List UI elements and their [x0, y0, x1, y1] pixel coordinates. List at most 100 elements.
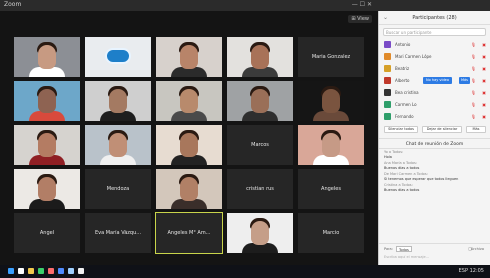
camera-off-icon[interactable]: ▣: [482, 54, 486, 59]
participant-tile[interactable]: Angeles M° Am...: [155, 212, 223, 254]
participant-tile[interactable]: [227, 213, 293, 253]
muted-mic-icon[interactable]: 🎙: [471, 42, 476, 47]
taskbar-app-icon[interactable]: [48, 268, 54, 274]
taskbar-app-icon[interactable]: [18, 268, 24, 274]
participant-search-input[interactable]: Buscar un participante: [383, 28, 486, 36]
taskbar-app-icon[interactable]: [78, 268, 84, 274]
participants-header: ⌄ Participantes (28): [379, 11, 490, 25]
file-button-label[interactable]: Archivo: [471, 247, 484, 251]
chat-message: Yo a Todos: Hola: [379, 149, 490, 160]
avatar: [384, 89, 391, 96]
participant-row-name: Alberto: [395, 78, 410, 83]
person-face: [109, 89, 127, 113]
avatar: [384, 53, 391, 60]
participants-panel: ⌄ Participantes (28) Buscar un participa…: [378, 11, 490, 265]
person-face: [180, 133, 198, 157]
participant-tile[interactable]: [156, 125, 222, 165]
camera-off-icon[interactable]: ▣: [482, 102, 486, 107]
chat-messages: Yo a Todos: Hola Ana María a Todos: Buenos …: [379, 149, 490, 193]
more-button[interactable]: Más: [466, 126, 486, 133]
camera-off-icon[interactable]: ▣: [482, 90, 486, 95]
video-status-button[interactable]: No hay video: [423, 77, 452, 84]
muted-mic-icon[interactable]: 🎙: [471, 102, 476, 107]
participant-row[interactable]: Beatriz 🎙 ▣: [379, 63, 490, 75]
participant-row[interactable]: Bea cristina 🎙 ▣: [379, 87, 490, 99]
camera-off-icon[interactable]: ▣: [482, 66, 486, 71]
participant-tile[interactable]: [85, 81, 151, 121]
participant-row[interactable]: Alberto No hay video Más 🎙 ▣: [379, 75, 490, 87]
participant-row[interactable]: Carmen Lo 🎙 ▣: [379, 99, 490, 111]
window-title: Zoom: [4, 1, 22, 8]
participant-tile[interactable]: [298, 81, 364, 121]
chat-header: Chat de reunión de Zoom: [379, 138, 490, 149]
recipient-dropdown[interactable]: Todos: [396, 246, 412, 252]
chat-input[interactable]: Escriba aquí el mensaje...: [384, 255, 485, 263]
participant-tile[interactable]: [85, 125, 151, 165]
camera-off-icon[interactable]: ▣: [482, 42, 486, 47]
participant-tile[interactable]: [85, 37, 151, 77]
participant-tile[interactable]: [14, 81, 80, 121]
window-controls[interactable]: — ☐ ✕: [352, 1, 372, 8]
system-tray: ESP 12:05: [458, 268, 484, 274]
view-button[interactable]: ⊞ View: [348, 15, 372, 23]
avatar: [384, 41, 391, 48]
participant-tile[interactable]: [156, 81, 222, 121]
message-sender: De Mari Carmen a Todos:: [384, 172, 428, 176]
participant-tile[interactable]: [227, 81, 293, 121]
title-bar: Zoom — ☐ ✕: [0, 0, 490, 11]
to-label: Para:: [384, 247, 393, 251]
taskbar-app-icon[interactable]: [38, 268, 44, 274]
taskbar-app-icon[interactable]: [28, 268, 34, 274]
avatar: [384, 101, 391, 108]
participant-list: Antonio 🎙 ▣ Mari Carmen Lópe 🎙 ▣ Beatriz 🎙 ▣ Albe…: [379, 39, 490, 123]
unmute-all-button[interactable]: Dejar de silenciar: [422, 126, 462, 133]
taskbar: ESP 12:05: [0, 265, 490, 278]
chat-message: De Mari Carmen a Todos: Si tenemos que es…: [379, 171, 490, 182]
participant-tile[interactable]: [156, 169, 222, 209]
camera-off-icon[interactable]: ▣: [482, 78, 486, 83]
taskbar-app-icon[interactable]: [8, 268, 14, 274]
person-face: [322, 133, 340, 157]
participant-row[interactable]: Antonio 🎙 ▣: [379, 39, 490, 51]
muted-mic-icon[interactable]: 🎙: [471, 54, 476, 59]
person-face: [251, 89, 269, 113]
participant-more-button[interactable]: Más: [459, 77, 470, 84]
taskbar-app-icon[interactable]: [58, 268, 64, 274]
participant-row[interactable]: Fernando 🎙 ▣: [379, 111, 490, 123]
mute-all-button[interactable]: Silenciar todos: [384, 126, 418, 133]
muted-mic-icon[interactable]: 🎙: [471, 66, 476, 71]
participant-tile[interactable]: [14, 169, 80, 209]
person-face: [38, 45, 56, 69]
person-face: [38, 133, 56, 157]
participant-tile[interactable]: [156, 37, 222, 77]
person-face: [180, 45, 198, 69]
participant-tile[interactable]: Angeles: [298, 169, 364, 209]
message-text: Si tenemos que esperar que todos lleguen: [384, 177, 459, 181]
participant-tile[interactable]: Angel: [14, 213, 80, 253]
message-text: Buenos días a todos: [384, 166, 420, 170]
participant-tile[interactable]: Marcio: [298, 213, 364, 253]
participant-tile[interactable]: [14, 37, 80, 77]
participant-row-name: Bea cristina: [395, 90, 419, 95]
participant-row-name: Mari Carmen Lópe: [395, 54, 432, 59]
message-text: Buenos días a todos: [384, 188, 420, 192]
participant-tile[interactable]: [298, 125, 364, 165]
participant-tile[interactable]: Marcos: [227, 125, 293, 165]
avatar: [384, 65, 391, 72]
participant-row[interactable]: Mari Carmen Lópe 🎙 ▣: [379, 51, 490, 63]
muted-mic-icon[interactable]: 🎙: [471, 78, 476, 83]
participant-tile[interactable]: [227, 37, 293, 77]
participant-row-name: Beatriz: [395, 66, 410, 71]
participant-tile[interactable]: Eva María Vázqu...: [85, 213, 151, 253]
participant-tile[interactable]: Maria Gonzalez: [298, 37, 364, 77]
participant-name: Angel: [39, 230, 55, 236]
taskbar-app-icon[interactable]: [68, 268, 74, 274]
camera-off-icon[interactable]: ▣: [482, 114, 486, 119]
participant-tile[interactable]: Mendoza: [85, 169, 151, 209]
participant-tile[interactable]: cristian rus: [227, 169, 293, 209]
avatar: [384, 113, 391, 120]
participant-tile[interactable]: [14, 125, 80, 165]
participant-name: Angeles: [321, 186, 341, 192]
muted-mic-icon[interactable]: 🎙: [471, 114, 476, 119]
muted-mic-icon[interactable]: 🎙: [471, 90, 476, 95]
